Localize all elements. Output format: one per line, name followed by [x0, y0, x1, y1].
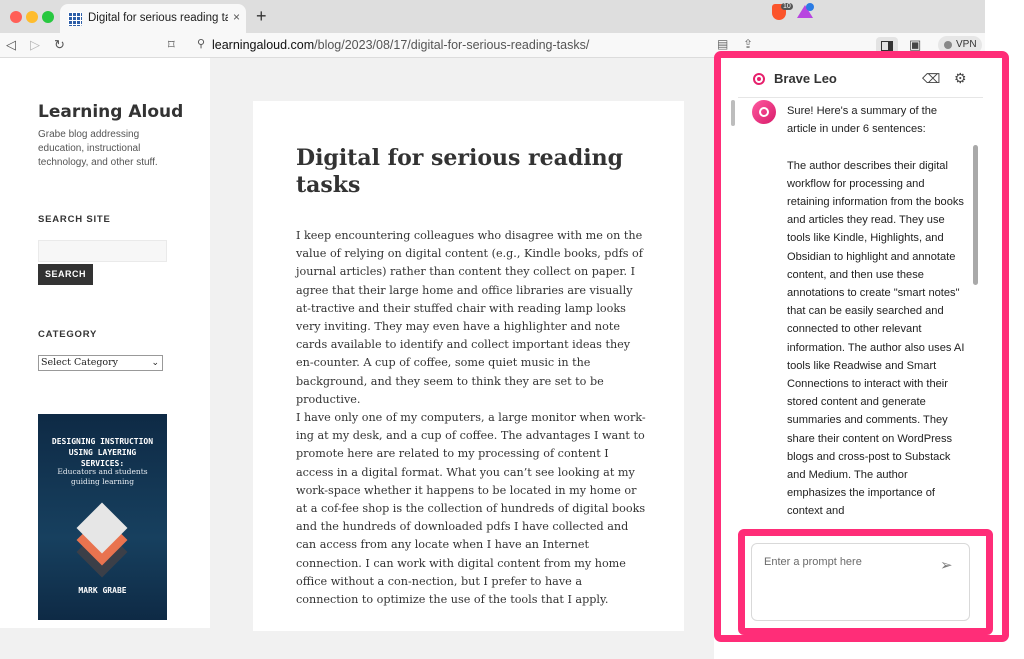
article-title: Digital for serious reading tasks — [296, 145, 624, 198]
leo-response-message: Sure! Here's a summary of the article in… — [787, 105, 965, 518]
panel-scrollbar[interactable] — [731, 100, 735, 126]
minimize-window-button[interactable] — [26, 11, 38, 23]
share-icon[interactable]: ⇪ — [743, 37, 753, 51]
article: Digital for serious reading tasks I keep… — [253, 101, 684, 631]
rewards-notification-dot — [806, 3, 814, 11]
site-description: Grabe blog addressing education, instruc… — [38, 129, 158, 168]
prompt-placeholder: Enter a prompt here — [764, 556, 862, 568]
book-author: MARK GRABE — [78, 586, 127, 595]
address-field[interactable]: learningaloud.com/blog/2023/08/17/digita… — [212, 38, 589, 52]
back-icon[interactable]: ◁ — [6, 37, 16, 53]
close-window-button[interactable] — [10, 11, 22, 23]
blog-sidebar: Learning Aloud Grabe blog addressing edu… — [0, 58, 210, 628]
search-widget-title: SEARCH SITE — [38, 214, 111, 225]
site-title[interactable]: Learning Aloud — [38, 102, 183, 122]
leo-avatar — [752, 100, 776, 124]
category-widget-title: CATEGORY — [38, 329, 98, 340]
leo-logo-icon — [753, 73, 765, 85]
sidebar-icon — [881, 41, 893, 51]
eraser-icon[interactable]: ⌫ — [922, 71, 940, 87]
book-cover-image[interactable]: DESIGNING INSTRUCTION USING LAYERING SER… — [38, 414, 167, 620]
tab-close-icon[interactable]: × — [233, 10, 240, 24]
bookmark-icon[interactable]: ⌑ — [168, 37, 175, 53]
gear-icon[interactable]: ⚙ — [954, 70, 967, 87]
leo-header-divider — [738, 97, 983, 98]
article-paragraph-2: I have only one of my computers, a large… — [296, 411, 646, 607]
tab-bar-spacer — [985, 0, 1024, 33]
chevron-down-icon: ⌄ — [151, 358, 159, 368]
shields-count-badge: 10 — [781, 3, 793, 10]
conversation-scrollbar[interactable] — [973, 145, 978, 285]
tab-bar: Digital for serious reading tasks × + — [0, 0, 985, 33]
tab-title: Digital for serious reading tasks — [88, 12, 228, 24]
site-settings-icon[interactable]: ⚲ — [197, 37, 205, 50]
site-favicon-icon — [68, 12, 82, 26]
tab-active[interactable]: Digital for serious reading tasks × — [60, 4, 246, 33]
category-select[interactable]: Select Category ⌄ — [38, 355, 163, 371]
book-subtitle: Educators and students guiding learning — [57, 467, 148, 486]
search-input[interactable] — [38, 240, 167, 262]
category-select-value: Select Category — [41, 357, 119, 368]
book-title: DESIGNING INSTRUCTION USING LAYERING SER… — [51, 437, 154, 468]
url-path: /blog/2023/08/17/digital-for-serious-rea… — [314, 38, 590, 52]
vpn-label: VPN — [956, 39, 977, 50]
send-icon[interactable]: ➢ — [940, 556, 953, 574]
forward-icon[interactable]: ▷ — [30, 37, 40, 53]
url-host: learningaloud.com — [212, 38, 315, 52]
search-button[interactable]: SEARCH — [38, 264, 93, 285]
leo-title: Brave Leo — [774, 71, 837, 86]
reader-mode-icon[interactable]: ▤ — [717, 37, 728, 51]
web-page: Learning Aloud Grabe blog addressing edu… — [0, 58, 714, 659]
article-paragraph-1: I keep encountering colleagues who disag… — [296, 229, 643, 406]
zoom-window-button[interactable] — [42, 11, 54, 23]
new-tab-button[interactable]: + — [256, 6, 267, 27]
reload-icon[interactable]: ↻ — [54, 37, 65, 53]
prompt-input[interactable]: Enter a prompt here — [751, 543, 970, 621]
vpn-status-icon — [944, 41, 952, 49]
